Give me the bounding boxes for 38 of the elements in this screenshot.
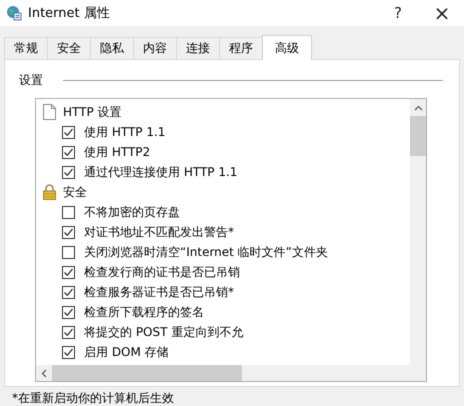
globe-icon <box>6 5 22 21</box>
scrollbar-thumb[interactable] <box>52 365 242 381</box>
lock-icon <box>42 184 57 200</box>
window-title: Internet 属性 <box>28 5 110 22</box>
checkbox[interactable] <box>62 146 75 158</box>
option-label: 检查服务器证书是否已吊销* <box>84 284 234 300</box>
tab[interactable]: 常规 <box>4 37 48 59</box>
option-label: 关闭浏览器时清空“Internet 临时文件”文件夹 <box>84 244 328 260</box>
checkbox[interactable] <box>62 126 75 138</box>
horizontal-scrollbar[interactable] <box>36 365 426 381</box>
checkbox[interactable] <box>62 226 75 238</box>
option-label: 检查所下载程序的签名 <box>84 304 204 320</box>
help-button[interactable]: ? <box>376 0 420 26</box>
scrollbar-thumb[interactable] <box>410 116 426 156</box>
close-button[interactable]: × <box>420 0 464 26</box>
checkbox[interactable] <box>62 206 75 218</box>
page-icon <box>42 104 57 120</box>
option-label: 使用 HTTP2 <box>84 144 150 160</box>
option-label: 对证书地址不匹配发出警告* <box>84 224 234 240</box>
footnote: *在重新启动你的计算机后生效 <box>11 390 175 406</box>
option-label: 检查发行商的证书是否已吊销 <box>84 264 240 280</box>
checkbox[interactable] <box>62 166 75 178</box>
checkbox[interactable] <box>62 326 75 338</box>
group-heading: HTTP 设置 <box>63 104 122 120</box>
checkbox[interactable] <box>62 246 75 258</box>
option-label: 不将加密的页存盘 <box>84 204 180 220</box>
option-label: 启用 DOM 存储 <box>84 344 169 360</box>
checkbox[interactable] <box>62 346 75 358</box>
tab[interactable]: 高级 <box>262 35 312 60</box>
checkbox[interactable] <box>62 286 75 298</box>
option-label: 将提交的 POST 重定向到不允 <box>84 324 244 340</box>
checkbox[interactable] <box>62 306 75 318</box>
group-label: 设置 <box>19 72 43 88</box>
group-heading: 安全 <box>63 184 87 200</box>
checkbox[interactable] <box>62 266 75 278</box>
option-label: 使用 HTTP 1.1 <box>84 124 166 140</box>
vertical-scrollbar[interactable] <box>410 99 426 365</box>
option-label: 通过代理连接使用 HTTP 1.1 <box>84 164 238 180</box>
